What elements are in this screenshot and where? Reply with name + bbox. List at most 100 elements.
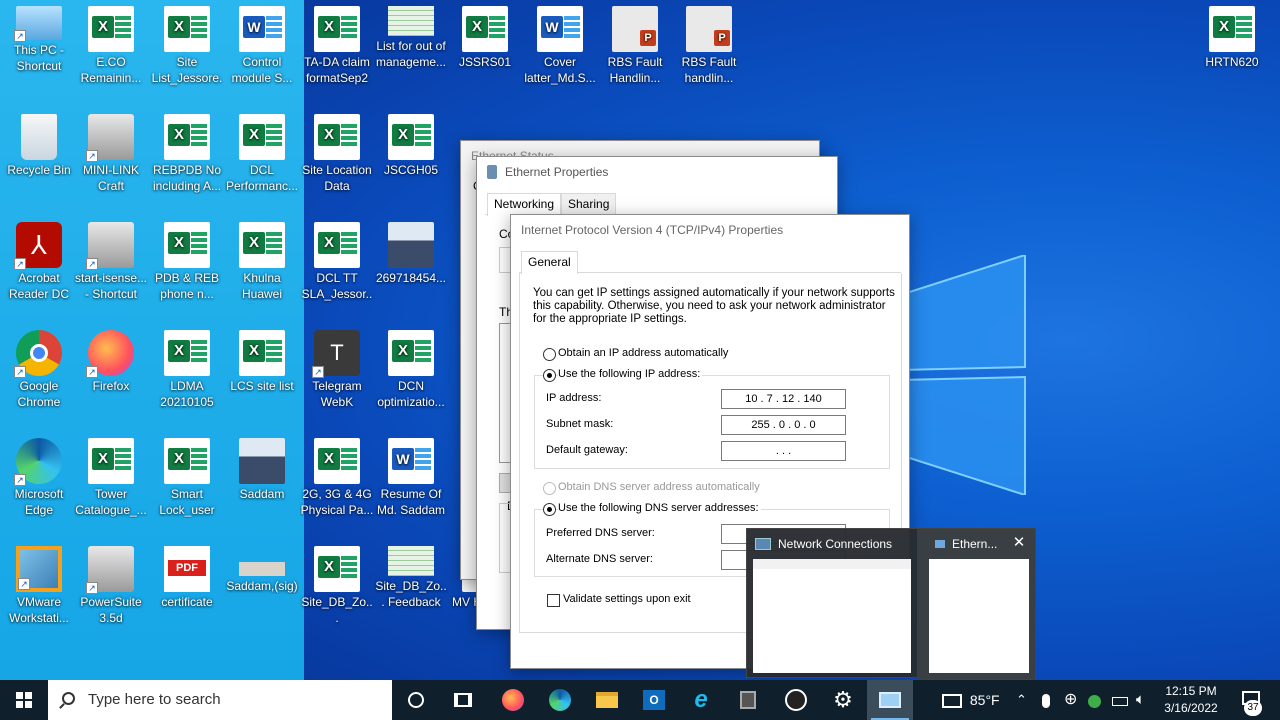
desktop-icon-chrome[interactable]: ↗ Google Chrome	[2, 326, 76, 426]
tab-general[interactable]: General	[521, 251, 578, 274]
shortcut-arrow-icon: ↗	[86, 366, 98, 378]
desktop-icon-label: Cover latter_Md.S...	[524, 55, 596, 85]
clock[interactable]: 12:15 PM 3/16/2022	[1158, 683, 1224, 717]
ie-taskbar[interactable]: e	[678, 680, 724, 720]
show-hidden-icons[interactable]: ⌃	[1016, 680, 1027, 720]
desktop-icon-word[interactable]: Control module S...	[225, 2, 299, 102]
notification-center-button[interactable]: 37	[1232, 680, 1272, 720]
desktop-icon-app[interactable]: ↗ MINI-LINK Craft	[74, 110, 148, 210]
desktop-icon-excel[interactable]: LDMA 20210105	[150, 326, 224, 426]
desktop-icon-excel[interactable]: Smart Lock_user	[150, 434, 224, 534]
desktop-icon-excel[interactable]: Site_DB_Zo...	[300, 542, 374, 642]
app-taskbar[interactable]	[725, 680, 771, 720]
taskbar-thumbnail-preview[interactable]: Network Connections Ethern... ✕	[746, 528, 1036, 679]
desktop-icon-acrobat[interactable]: ⅄ ↗ Acrobat Reader DC	[2, 218, 76, 318]
globe-icon[interactable]: ⊕	[1064, 680, 1077, 720]
desktop-icon-excel[interactable]: E.CO Remainin...	[74, 2, 148, 102]
desktop-icon-excel[interactable]: HRTN620	[1195, 2, 1269, 102]
desktop-icon-app[interactable]: ↗ start-isense... - Shortcut	[74, 218, 148, 318]
desktop-icon-recycle[interactable]: Recycle Bin	[2, 110, 76, 210]
use-dns-label[interactable]: Use the following DNS server addresses:	[558, 502, 761, 514]
desktop-icon-word[interactable]: Cover latter_Md.S...	[523, 2, 597, 102]
desktop-icon-excel[interactable]: Khulna Huawei Spa...	[225, 218, 299, 318]
desktop-icon-app[interactable]: ↗ PowerSuite 3.5d	[74, 542, 148, 642]
desktop-icon-label: LCS site list	[230, 379, 294, 393]
desktop-icon-edge[interactable]: ↗ Microsoft Edge	[2, 434, 76, 534]
volume-icon[interactable]: 🔈︎	[1136, 680, 1145, 720]
tab-networking[interactable]: Networking	[487, 193, 562, 216]
file-explorer-taskbar[interactable]	[584, 680, 630, 720]
desktop-icon-ppt[interactable]: RBS Fault Handlin...	[598, 2, 672, 102]
desktop-icon-excel[interactable]: DCL TT SLA_Jessor...	[300, 218, 374, 318]
desktop-icon-sheet-img[interactable]: Site_DB_Zo... Feedback H...	[374, 542, 448, 642]
desktop-icon-excel[interactable]: Site List_Jessore...	[150, 2, 224, 102]
excel-file-icon	[314, 6, 360, 52]
obtain-ip-auto-label[interactable]: Obtain an IP address automatically	[558, 347, 728, 359]
desktop-icon-excel[interactable]: Site Location Data	[300, 110, 374, 210]
battery-icon[interactable]	[1112, 680, 1128, 720]
microphone-icon[interactable]	[1042, 680, 1050, 720]
task-view-button[interactable]	[440, 680, 486, 720]
tab-sharing[interactable]: Sharing	[561, 193, 617, 215]
desktop-icon-excel[interactable]: 2G, 3G & 4G Physical Pa...	[300, 434, 374, 534]
desktop-icon-ppt[interactable]: RBS Fault handlin...	[672, 2, 746, 102]
mic-shape	[1042, 694, 1050, 709]
obtain-ip-auto-radio[interactable]	[543, 348, 556, 361]
desktop-icon-excel[interactable]: JSSRS01	[448, 2, 522, 102]
ethernet-preview[interactable]: Ethern... ✕	[917, 529, 1035, 679]
taskbar-search-box[interactable]: Type here to search	[48, 680, 392, 720]
desktop-icon-excel[interactable]: TA-DA claim formatSep2	[300, 2, 374, 102]
weather-widget[interactable]: 85°F	[942, 680, 1006, 720]
edge-taskbar[interactable]	[537, 680, 583, 720]
outlook-taskbar[interactable]: O	[631, 680, 677, 720]
desktop-icon-excel[interactable]: PDB & REB phone n...	[150, 218, 224, 318]
use-dns-radio[interactable]	[543, 503, 556, 516]
desktop-icon-signature[interactable]: Saddam,(sig)	[225, 542, 299, 642]
vmware-icon: ↗	[16, 546, 62, 592]
firefox-taskbar[interactable]	[490, 680, 536, 720]
desktop-icon-excel[interactable]: JSCGH05	[374, 110, 448, 210]
use-ip-label[interactable]: Use the following IP address:	[558, 368, 703, 380]
use-ip-radio[interactable]	[543, 369, 556, 382]
notification-count: 37	[1244, 700, 1262, 716]
desktop-icon-telegram[interactable]: T ↗ Telegram WebK	[300, 326, 374, 426]
acrobat-icon: ⅄ ↗	[14, 222, 62, 270]
settings-taskbar[interactable]: ⚙	[820, 680, 866, 720]
preview-close-icon[interactable]: ✕	[1009, 533, 1029, 553]
desktop-icon-pc[interactable]: ↗ This PC - Shortcut	[2, 2, 76, 102]
vpn-icon[interactable]	[1088, 680, 1101, 720]
desktop-icon-firefox[interactable]: ↗ Firefox	[74, 326, 148, 426]
desktop-icon-sheet-img[interactable]: List for out of manageme...	[374, 2, 448, 102]
desktop-icon-excel[interactable]: LCS site list	[225, 326, 299, 426]
ethernet-properties-title: Ethernet Properties	[505, 165, 609, 179]
network-connections-preview[interactable]: Network Connections	[747, 529, 915, 679]
excel-file-icon	[1209, 6, 1255, 52]
desktop-icon-photo[interactable]: Saddam	[225, 434, 299, 534]
desktop-icon-word[interactable]: Resume Of Md. Saddam	[374, 434, 448, 534]
desktop-icon-label: start-isense... - Shortcut	[74, 271, 148, 301]
desktop-icon-excel[interactable]: Tower Catalogue_...	[74, 434, 148, 534]
powerpoint-file-icon	[612, 6, 658, 52]
desktop-icon-pdf[interactable]: PDF certificate	[150, 542, 224, 642]
desktop-icon-excel[interactable]: REBPDB No including A...	[150, 110, 224, 210]
desktop-icon-label: Saddam,(sig)	[226, 579, 298, 593]
validate-checkbox[interactable]	[547, 594, 560, 607]
start-button[interactable]	[0, 680, 48, 720]
cortana-button[interactable]	[393, 680, 439, 720]
powerpoint-file-icon	[686, 6, 732, 52]
validate-label[interactable]: Validate settings upon exit	[563, 593, 691, 605]
desktop-icon-vmware[interactable]: ↗ VMware Workstati...	[2, 542, 76, 642]
desktop-icon-photo[interactable]: 269718454...	[374, 218, 448, 318]
word-file-icon	[388, 438, 434, 484]
default-gateway-field[interactable]: . . .	[721, 441, 846, 461]
obs-taskbar[interactable]	[773, 680, 819, 720]
desktop-icon-excel[interactable]: DCL Performanc...	[225, 110, 299, 210]
desktop-icon-label: Firefox	[92, 379, 130, 393]
network-connections-taskbar[interactable]	[867, 680, 913, 720]
ip-address-field[interactable]: 10 . 7 . 12 . 140	[721, 389, 846, 409]
obtain-dns-auto-radio[interactable]	[543, 482, 556, 495]
desktop-icon-excel[interactable]: DCN optimizatio...	[374, 326, 448, 426]
excel-file-icon	[388, 114, 434, 160]
edge-icon: ↗	[14, 438, 62, 486]
subnet-mask-field[interactable]: 255 . 0 . 0 . 0	[721, 415, 846, 435]
